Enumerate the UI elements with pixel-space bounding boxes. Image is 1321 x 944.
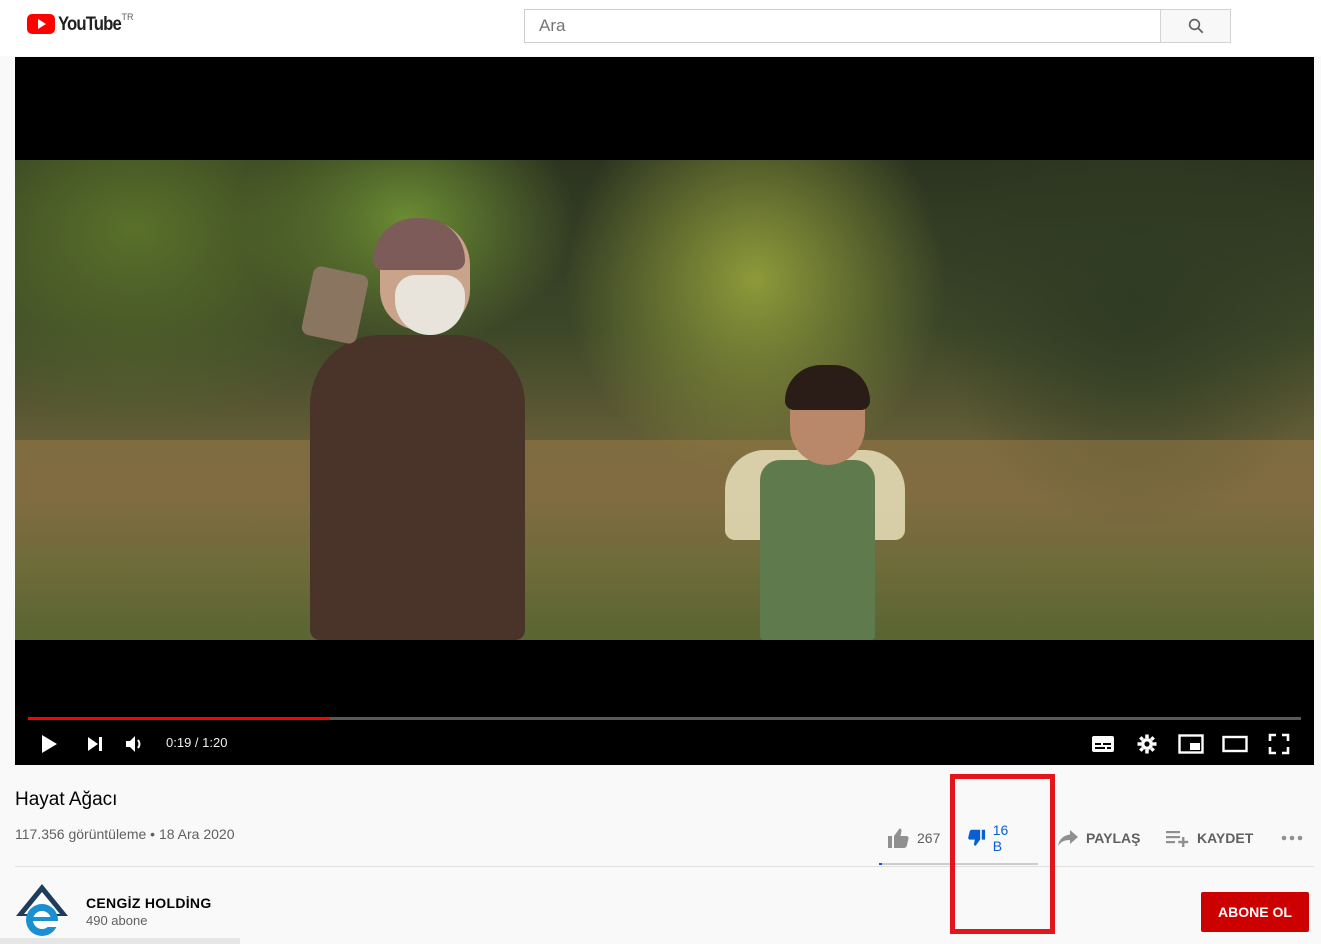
horizontal-scrollbar[interactable] [0,938,240,944]
settings-button[interactable] [1133,730,1161,758]
next-icon [88,737,102,751]
search-bar [524,9,1231,43]
player-controls: 0:19 / 1:20 [15,722,1314,765]
share-label: PAYLAŞ [1086,830,1141,846]
video-frame [15,160,1314,640]
time-display: 0:19 / 1:20 [166,735,228,750]
masthead: YouTube TR [0,0,1321,56]
subscriber-count: 490 abone [86,913,148,928]
miniplayer-icon [1178,734,1204,754]
youtube-logo[interactable]: YouTube TR [27,12,134,36]
theater-icon [1222,735,1248,753]
play-icon [42,735,57,753]
miniplayer-button[interactable] [1177,730,1205,758]
share-icon [1058,830,1078,846]
more-actions-button[interactable] [1280,822,1304,854]
sentiment-like-fill [879,863,882,865]
volume-icon [126,736,141,752]
play-button[interactable] [35,730,63,758]
highlight-box [950,774,1055,934]
search-input[interactable] [524,9,1160,43]
search-icon [1188,18,1203,34]
channel-avatar[interactable] [14,882,70,938]
video-title: Hayat Ağacı [15,789,118,810]
divider [15,866,1314,867]
boy-figure [760,460,875,640]
play-logo-icon [27,14,55,34]
save-button[interactable]: KAYDET [1165,822,1253,854]
country-code: TR [121,12,134,22]
theater-mode-button[interactable] [1221,730,1249,758]
logo-text: YouTube [58,14,122,35]
subtitles-icon [1092,736,1114,752]
fullscreen-icon [1268,733,1290,755]
thumbs-up-icon [888,828,909,848]
volume-button[interactable] [121,730,149,758]
video-player[interactable]: 0:19 / 1:20 [15,57,1314,765]
channel-logo-icon [16,884,68,936]
man-figure [310,335,525,640]
subscribe-button[interactable]: ABONE OL [1201,892,1309,932]
gear-icon [1137,734,1157,754]
like-button[interactable]: 267 [885,822,940,854]
next-button[interactable] [81,730,109,758]
progress-played [28,717,331,720]
search-button[interactable] [1160,9,1231,43]
save-label: KAYDET [1197,830,1254,846]
like-count: 267 [917,830,941,846]
fullscreen-button[interactable] [1265,730,1293,758]
subtitles-button[interactable] [1089,730,1117,758]
share-button[interactable]: PAYLAŞ [1056,822,1140,854]
more-icon [1281,835,1303,841]
add-to-playlist-icon [1166,831,1189,847]
channel-name[interactable]: CENGİZ HOLDİNG [86,895,212,911]
video-meta: 117.356 görüntüleme • 18 Ara 2020 [15,826,235,842]
progress-bar[interactable] [28,717,1301,720]
